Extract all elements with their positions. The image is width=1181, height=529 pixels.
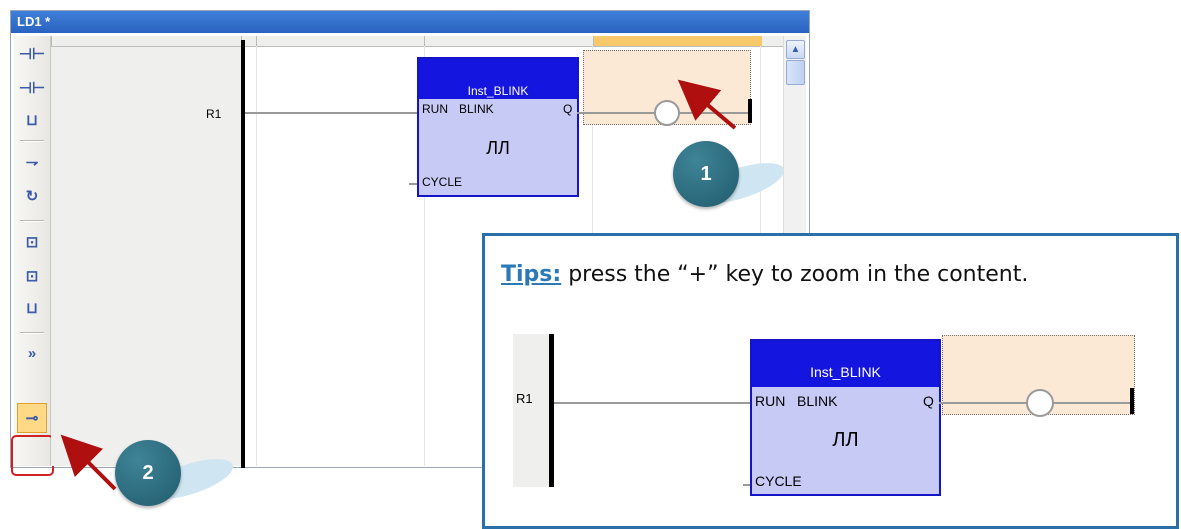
zoomed-fb-input-cycle: CYCLE: [755, 473, 802, 489]
tips-text: press the “+” key to zoom in the content…: [568, 262, 1029, 287]
tips-label: Tips:: [501, 262, 562, 287]
zoomed-fb-instance-name: Inst_BLINK: [810, 364, 881, 380]
zoomed-blink-function-block: Inst_BLINK RUN BLINK Q ЛЛ CYCLE: [750, 339, 941, 496]
arrow-to-coil-button: [60, 434, 117, 491]
zoomed-power-rail: [549, 334, 554, 487]
zoomed-fb-input-run: RUN: [755, 393, 786, 409]
zoomed-rung-label: R1: [516, 391, 533, 406]
zoomed-left-margin: [513, 334, 550, 487]
zoomed-pulse-icon: ЛЛ: [832, 429, 859, 451]
zoomed-fb-output-q: Q: [923, 393, 934, 409]
zoomed-fb-type-name: BLINK: [797, 393, 838, 409]
zoomed-coil-symbol: [1026, 389, 1054, 417]
zoomed-right-rail-stub: [1130, 388, 1134, 414]
arrow-to-coil-cell: [677, 79, 737, 130]
tips-line: Tips: press the “+” key to zoom in the c…: [501, 262, 1028, 287]
tips-panel: Tips: press the “+” key to zoom in the c…: [482, 233, 1179, 529]
zoomed-rung-wire: [554, 402, 750, 404]
